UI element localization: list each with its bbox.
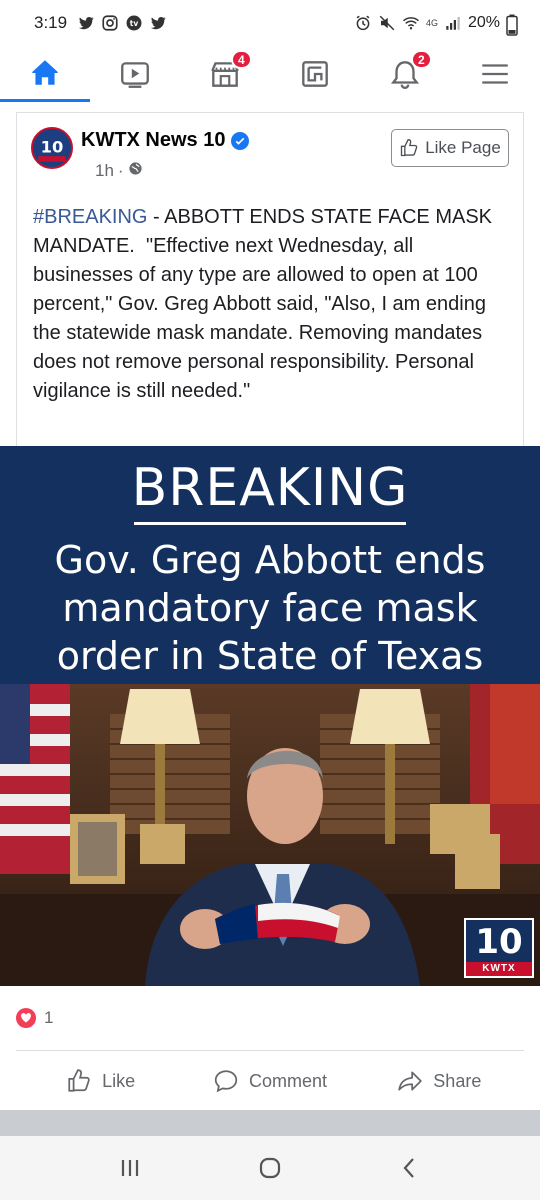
post-actions: Like Comment Share	[16, 1056, 524, 1106]
tab-home[interactable]	[0, 46, 90, 102]
kwtx-logo: 10 KWTX	[464, 918, 534, 978]
video-icon	[121, 62, 149, 88]
globe-icon	[128, 161, 143, 181]
actions-divider	[16, 1050, 524, 1051]
svg-text:tv: tv	[130, 19, 139, 28]
verified-badge-icon	[231, 131, 250, 150]
post-card: 10 KWTX News 10 1h · Like Page #BREAKING…	[16, 112, 524, 447]
facebook-tab-bar: 4 2	[0, 46, 540, 102]
mute-icon	[378, 14, 396, 32]
logo-number: 10	[475, 922, 523, 962]
instagram-icon	[101, 14, 119, 32]
home-circle-icon	[259, 1157, 281, 1179]
meta-separator: ·	[117, 161, 124, 180]
banner-subtitle: Gov. Greg Abbott ends mandatory face mas…	[0, 536, 540, 680]
status-time: 3:19	[34, 13, 68, 32]
us-flag	[0, 684, 70, 874]
twitter-icon	[149, 14, 167, 32]
share-label: Share	[433, 1070, 482, 1091]
gaming-icon	[302, 61, 328, 87]
banner-underline	[134, 522, 406, 525]
share-button[interactable]: Share	[355, 1056, 524, 1106]
page-name-row[interactable]: KWTX News 10	[81, 129, 250, 152]
tab-notifications[interactable]: 2	[360, 46, 450, 102]
reaction-summary[interactable]: 1	[16, 1008, 53, 1028]
status-right: 4G 20%	[354, 14, 518, 36]
banner-title: BREAKING	[131, 458, 409, 518]
reaction-count: 1	[44, 1008, 54, 1027]
notifications-badge: 2	[411, 50, 432, 69]
wifi-icon	[402, 14, 420, 32]
like-button[interactable]: Like	[16, 1056, 185, 1106]
tv-app-icon: tv	[125, 14, 143, 32]
like-label: Like	[102, 1070, 136, 1091]
twitter-icon	[77, 14, 95, 32]
alarm-icon	[354, 14, 372, 32]
signal-icon	[444, 14, 462, 32]
logo-tag: KWTX	[466, 962, 532, 976]
status-bar: 3:19 tv 4G 20%	[0, 0, 540, 46]
hashtag-link[interactable]: #BREAKING	[33, 206, 147, 228]
thumbs-up-icon	[68, 1069, 90, 1092]
network-type: 4G	[425, 18, 438, 28]
tab-watch[interactable]	[90, 46, 180, 102]
post-header: 10 KWTX News 10 1h · Like Page	[31, 127, 509, 187]
page-name[interactable]: KWTX News 10	[81, 129, 225, 152]
comment-label: Comment	[248, 1070, 327, 1091]
news-photo	[0, 684, 540, 986]
post-body: - ABBOTT ENDS STATE FACE MASK MANDATE. "…	[33, 206, 498, 402]
battery-percent: 20%	[467, 14, 500, 31]
banner-subtitle-line: order in State of Texas	[56, 634, 484, 678]
love-reaction-icon	[16, 1008, 36, 1028]
like-page-button[interactable]: Like Page	[391, 129, 509, 167]
status-left: 3:19 tv	[34, 13, 167, 33]
feed-separator	[0, 1110, 540, 1136]
battery-icon	[506, 14, 518, 36]
comment-button[interactable]: Comment	[185, 1056, 354, 1106]
share-icon	[398, 1071, 422, 1091]
post-image[interactable]: BREAKING Gov. Greg Abbott ends mandatory…	[0, 446, 540, 986]
banner-subtitle-line: mandatory face mask	[62, 586, 478, 630]
post-time[interactable]: 1h	[95, 161, 114, 181]
tab-marketplace[interactable]: 4	[180, 46, 270, 102]
android-nav-bar	[0, 1136, 540, 1200]
post-meta: 1h ·	[95, 161, 143, 181]
banner-subtitle-line: Gov. Greg Abbott ends	[54, 538, 486, 582]
back-chevron-icon	[403, 1158, 414, 1178]
thumbs-up-icon	[401, 138, 418, 157]
svg-text:10: 10	[41, 138, 64, 157]
tab-gaming[interactable]	[270, 46, 360, 102]
back-button[interactable]	[380, 1143, 440, 1193]
recent-apps-button[interactable]	[100, 1143, 160, 1193]
recent-apps-icon	[121, 1160, 139, 1176]
tab-menu[interactable]	[450, 46, 540, 102]
marketplace-badge: 4	[231, 50, 252, 69]
page-avatar[interactable]: 10	[31, 127, 73, 169]
breaking-banner: BREAKING Gov. Greg Abbott ends mandatory…	[0, 446, 540, 686]
menu-icon	[482, 64, 508, 84]
post-text: #BREAKING - ABBOTT ENDS STATE FACE MASK …	[33, 203, 509, 406]
comment-icon	[214, 1070, 238, 1093]
like-page-label: Like Page	[425, 138, 501, 157]
home-nav-button[interactable]	[240, 1143, 300, 1193]
home-icon	[32, 59, 58, 85]
